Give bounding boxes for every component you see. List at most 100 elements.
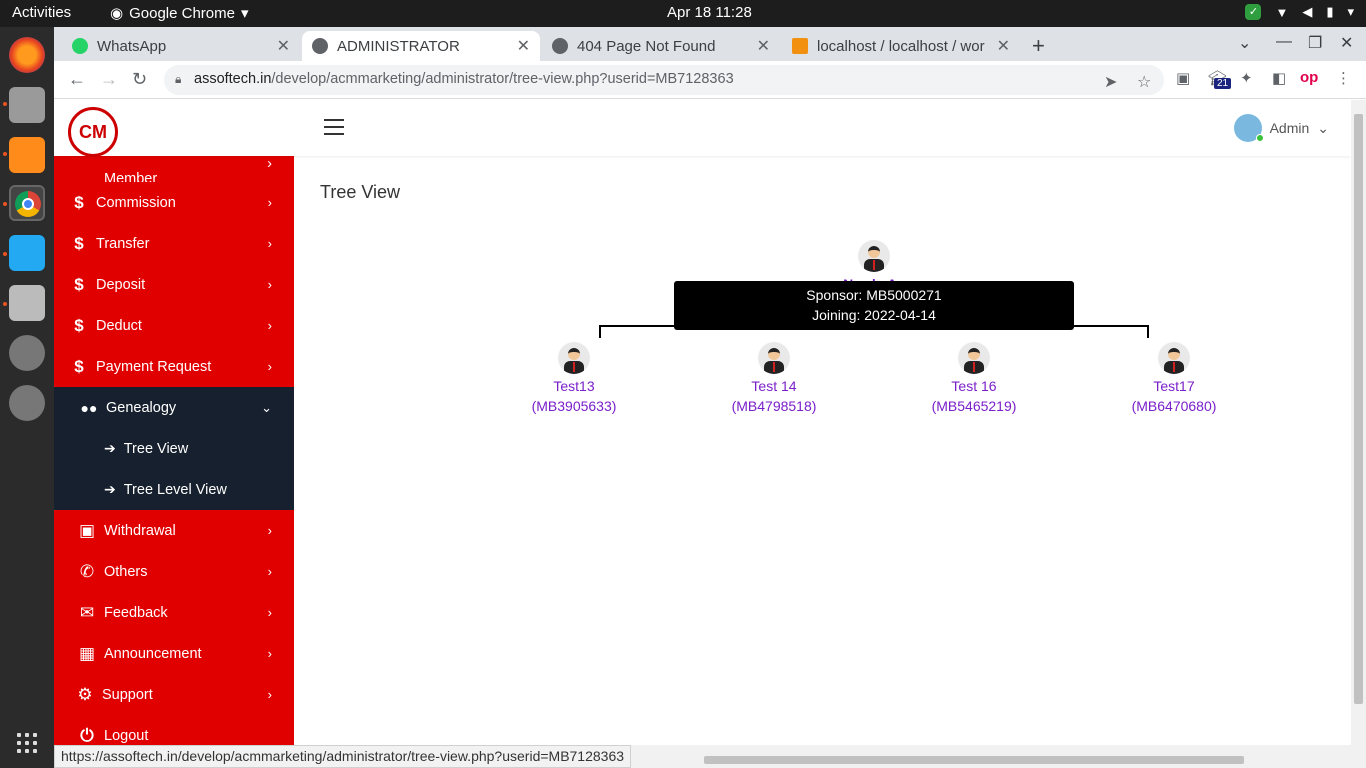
- scrollbar-thumb[interactable]: [704, 756, 1244, 764]
- activities-button[interactable]: Activities: [12, 4, 71, 21]
- sidebar-item-others[interactable]: ✆ Others ›: [54, 551, 294, 592]
- vscode-icon[interactable]: [9, 235, 45, 271]
- tree-node-name[interactable]: Test 14: [714, 376, 834, 396]
- sidebar-item-genealogy[interactable]: ●● Genealogy ⌄: [54, 387, 294, 428]
- close-tab-icon[interactable]: ✕: [517, 36, 530, 56]
- sidebar-item-transfer[interactable]: $ Transfer ›: [54, 223, 294, 264]
- tree-node-name[interactable]: Test13: [514, 376, 634, 396]
- sidebar-item-logout[interactable]: ⏻ Logout: [54, 715, 294, 745]
- sidebar-item-label: Payment Request: [96, 358, 212, 375]
- tree-root-node[interactable]: Newly Ac: [814, 240, 934, 286]
- close-tab-icon[interactable]: ✕: [997, 36, 1010, 56]
- tab-search-icon[interactable]: ⌄: [1238, 33, 1251, 53]
- tab-phpmyadmin[interactable]: localhost / localhost / wor ✕: [782, 31, 1020, 61]
- sidebar-subitem-label: Tree View: [123, 440, 189, 457]
- grid-icon: ▦: [78, 643, 96, 663]
- chrome-menu-icon[interactable]: ⋮: [1336, 69, 1351, 87]
- page-title: Tree View: [320, 182, 401, 202]
- system-tray[interactable]: ✓ ▼ ◀ ▮ ▾: [1245, 4, 1354, 20]
- tree-node-id[interactable]: (MB4798518): [714, 396, 834, 416]
- chevron-down-icon: ⌄: [261, 400, 272, 415]
- chrome-dock-icon[interactable]: [9, 185, 45, 221]
- scrollbar-thumb[interactable]: [1354, 114, 1363, 704]
- sidebar-item-commission[interactable]: $ Commission ›: [54, 182, 294, 223]
- sidebar-item-member[interactable]: Member ›: [54, 156, 294, 182]
- app-header: CM Admin ⌄: [54, 100, 1351, 157]
- send-icon[interactable]: ➤: [1104, 72, 1117, 92]
- close-window-icon[interactable]: ✕: [1340, 33, 1353, 53]
- firefox-icon[interactable]: [9, 37, 45, 73]
- node-tooltip: Sponsor: MB5000271 Joining: 2022-04-14: [674, 281, 1074, 330]
- sidebar-item-support[interactable]: ⚙ Support ›: [54, 674, 294, 715]
- tree-node-name[interactable]: Test 16: [914, 376, 1034, 396]
- tab-strip: WhatsApp ✕ ADMINISTRATOR ✕ 404 Page Not …: [54, 27, 1366, 61]
- tree-child-node[interactable]: Test13 (MB3905633): [514, 342, 634, 416]
- tab-title: WhatsApp: [97, 37, 167, 55]
- puzzle-icon[interactable]: ✦: [1240, 69, 1253, 87]
- op-extension-icon[interactable]: op: [1300, 69, 1318, 86]
- dollar-icon: $: [74, 274, 84, 294]
- sidebar-item-feedback[interactable]: ✉ Feedback ›: [54, 592, 294, 633]
- chevron-right-icon: ›: [267, 564, 272, 579]
- close-tab-icon[interactable]: ✕: [277, 36, 290, 56]
- chevron-right-icon: ›: [267, 605, 272, 620]
- side-panel-icon[interactable]: ◧: [1272, 69, 1286, 87]
- tree-child-node[interactable]: Test17 (MB6470680): [1114, 342, 1234, 416]
- reload-icon[interactable]: ↻: [132, 69, 147, 90]
- back-icon[interactable]: ←: [68, 69, 86, 90]
- sidebar-item-label: Withdrawal: [104, 522, 176, 539]
- tree-connector-vertical: [599, 325, 601, 338]
- volume-icon: ◀: [1302, 4, 1313, 19]
- clock[interactable]: Apr 18 11:28: [667, 4, 752, 21]
- files-icon[interactable]: [9, 87, 45, 123]
- url-host: assoftech.in: [194, 71, 272, 87]
- running-indicator: [3, 152, 7, 156]
- sidebar-item-deduct[interactable]: $ Deduct ›: [54, 305, 294, 346]
- tab-title: 404 Page Not Found: [577, 37, 716, 55]
- sublime-text-icon[interactable]: [9, 137, 45, 173]
- image-viewer-icon[interactable]: [9, 285, 45, 321]
- new-tab-button[interactable]: +: [1032, 33, 1045, 59]
- maximize-icon[interactable]: ❐: [1308, 33, 1322, 53]
- disk-icon[interactable]: [9, 335, 45, 371]
- tree-child-node[interactable]: Test 16 (MB5465219): [914, 342, 1034, 416]
- url-path: /develop/acmmarketing/administrator/tree…: [271, 71, 734, 87]
- address-bar[interactable]: 🔒︎ assoftech.in/develop/acmmarketing/adm…: [164, 65, 1164, 95]
- close-tab-icon[interactable]: ✕: [757, 36, 770, 56]
- admin-avatar: [1233, 114, 1264, 142]
- tab-whatsapp[interactable]: WhatsApp ✕: [62, 31, 300, 61]
- tab-title: ADMINISTRATOR: [337, 37, 460, 55]
- tree-node-id[interactable]: (MB5465219): [914, 396, 1034, 416]
- extension-badge: 21: [1214, 78, 1232, 89]
- sidebar-item-withdrawal[interactable]: ▣ Withdrawal ›: [54, 510, 294, 551]
- shield-check-icon[interactable]: ✓: [1245, 4, 1262, 20]
- bookmark-star-icon[interactable]: ☆: [1137, 72, 1151, 92]
- forward-icon[interactable]: →: [100, 69, 118, 90]
- admin-profile-menu[interactable]: Admin ⌄: [1233, 114, 1329, 142]
- sidebar-subitem-tree-view[interactable]: ➔ Tree View: [54, 428, 294, 469]
- lock-icon[interactable]: 🔒︎: [175, 72, 181, 87]
- tree-node-id[interactable]: (MB6470680): [1114, 396, 1234, 416]
- sidebar-item-label: Logout: [104, 727, 149, 744]
- sidebar-item-announcement[interactable]: ▦ Announcement ›: [54, 633, 294, 674]
- show-applications-icon[interactable]: [17, 733, 37, 753]
- sidebar-item-payment-request[interactable]: $ Payment Request ›: [54, 346, 294, 387]
- tab-404[interactable]: 404 Page Not Found ✕: [542, 31, 780, 61]
- minimize-icon[interactable]: —: [1276, 33, 1292, 51]
- sidebar-item-label: Support: [102, 686, 153, 703]
- sidebar-subitem-tree-level-view[interactable]: ➔ Tree Level View: [54, 469, 294, 510]
- hamburger-menu-icon[interactable]: [324, 119, 344, 135]
- sidebar-item-deposit[interactable]: $ Deposit ›: [54, 264, 294, 305]
- tab-administrator[interactable]: ADMINISTRATOR ✕: [302, 31, 540, 61]
- user-avatar-icon: [1158, 342, 1190, 374]
- tree-node-name[interactable]: Test17: [1114, 376, 1234, 396]
- company-logo[interactable]: CM: [68, 107, 118, 157]
- disk-icon[interactable]: [9, 385, 45, 421]
- extension-icon[interactable]: ▣: [1176, 69, 1190, 87]
- tree-node-id[interactable]: (MB3905633): [514, 396, 634, 416]
- dollar-icon: $: [74, 192, 84, 212]
- tree-child-node[interactable]: Test 14 (MB4798518): [714, 342, 834, 416]
- vertical-scrollbar[interactable]: [1351, 100, 1366, 745]
- app-menu[interactable]: ◉ Google Chrome ▾: [110, 4, 249, 23]
- running-indicator: [3, 252, 7, 256]
